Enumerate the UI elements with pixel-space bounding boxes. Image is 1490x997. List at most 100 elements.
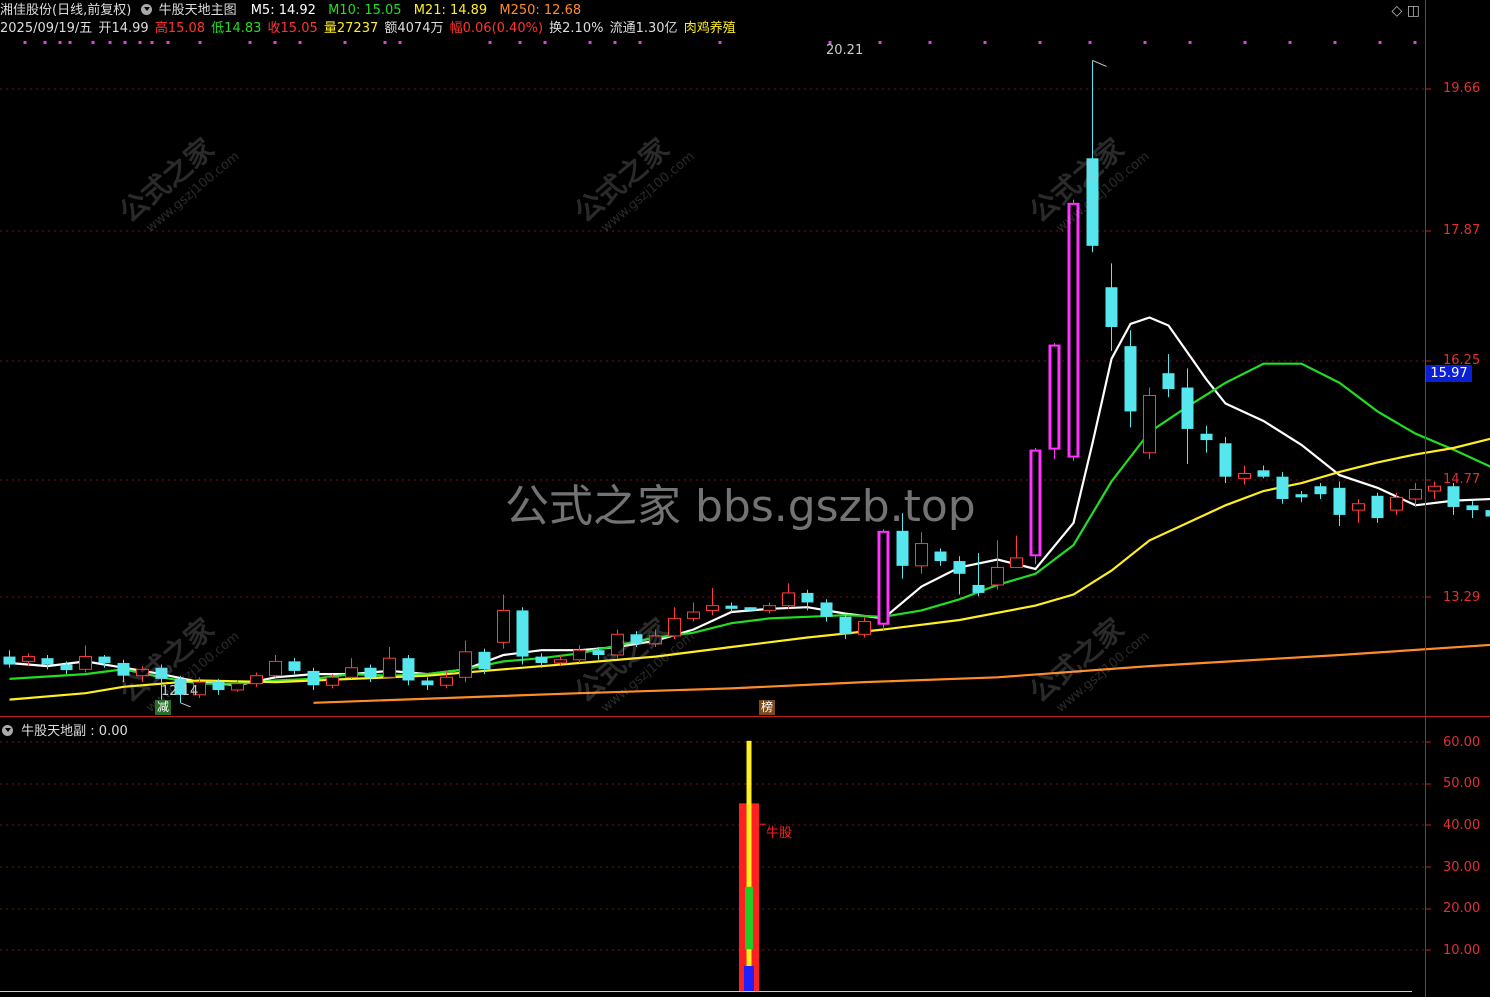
candle-body — [535, 656, 548, 663]
candle-body — [554, 659, 567, 664]
stock-name[interactable]: 湘佳股份(日线,前复权) — [0, 3, 131, 18]
candle-body — [858, 621, 871, 635]
candle-body — [573, 649, 586, 661]
candle-body — [402, 658, 415, 681]
marker-dot — [298, 41, 302, 44]
candle-body — [231, 683, 244, 691]
candle-body — [1219, 443, 1232, 477]
quote-date: 2025/09/19/五 — [0, 21, 93, 36]
sub-indicator-value: : 0.00 — [90, 724, 128, 739]
marker-dot — [383, 41, 387, 44]
sub-tick: 30.00 — [1443, 860, 1481, 875]
candle-body — [383, 657, 396, 678]
quote-volume: 量27237 — [323, 21, 379, 36]
high-price-label: 20.21 — [826, 43, 864, 58]
marker-dot — [108, 41, 112, 44]
marker-dot — [983, 41, 987, 44]
candle-body — [1352, 503, 1365, 511]
candle-body — [820, 602, 833, 617]
sub-tick: 60.00 — [1443, 735, 1481, 750]
marker-dot — [928, 41, 932, 44]
candle-body — [516, 610, 529, 657]
bull-stock-signal-label: 牛股 — [766, 826, 793, 841]
candle-body-inner — [1070, 204, 1077, 456]
candle-body — [1238, 473, 1251, 479]
candle-body — [1409, 488, 1422, 500]
quote-change: 幅0.06(0.40%) — [449, 21, 544, 36]
sub-indicator-name[interactable]: 牛股天地副 — [21, 724, 86, 739]
marker-dot — [613, 41, 617, 44]
marker-dot — [150, 41, 154, 44]
marker-dot — [1288, 41, 1292, 44]
candle-body — [41, 658, 54, 665]
indicator-dropdown-icon[interactable] — [141, 4, 153, 15]
marker-dot — [343, 41, 347, 44]
quote-close: 收15.05 — [267, 21, 318, 36]
candle-body — [345, 667, 358, 678]
candle-body — [440, 676, 453, 686]
quote-amount: 额4074万 — [384, 21, 444, 36]
marker-dot — [518, 41, 522, 44]
candle-body — [953, 561, 966, 574]
candle-body — [991, 566, 1004, 586]
quote-open: 开14.99 — [98, 21, 149, 36]
quote-turnover: 换2.10% — [549, 21, 604, 36]
candle-body — [3, 656, 16, 665]
quote-sector[interactable]: 肉鸡养殖 — [684, 21, 736, 36]
candle-body — [744, 607, 757, 611]
center-watermark: 公式之家 bbs.gszb.top — [505, 481, 976, 532]
candle-body — [706, 605, 719, 611]
quote-info: 2025/09/19/五 开14.99 高15.08 低14.83 收15.05… — [0, 21, 738, 37]
sub-tick: 10.00 — [1443, 943, 1481, 958]
marker-dot — [248, 41, 252, 44]
high-arrow — [1092, 59, 1107, 67]
marker-dot — [23, 41, 27, 44]
marker-dot — [198, 41, 202, 44]
current-price-tag: 15.97 — [1426, 365, 1472, 382]
quote-high: 高15.08 — [154, 21, 206, 36]
candle-body — [364, 667, 377, 678]
candle-body — [1333, 487, 1346, 515]
marker-dot — [138, 41, 142, 44]
candle-body — [1295, 494, 1308, 498]
window-control-icons[interactable]: ◇ ◫ — [1392, 3, 1420, 19]
price-tick: 13.29 — [1443, 590, 1481, 605]
marker-dot — [1413, 41, 1417, 44]
marker-dot — [1038, 41, 1042, 44]
sub-panel-header: 牛股天地副 : 0.00 — [0, 720, 128, 739]
indicator-name[interactable]: 牛股天地主图 — [159, 3, 237, 18]
marker-dot — [488, 41, 492, 44]
price-tick: 17.87 — [1443, 223, 1481, 238]
marker-dot — [878, 41, 882, 44]
candle-body — [307, 670, 320, 686]
candle-body — [421, 680, 434, 686]
candle-body — [1314, 486, 1327, 495]
candle-body — [98, 656, 111, 663]
price-tick: 14.77 — [1443, 472, 1481, 487]
marker-dot — [43, 41, 47, 44]
candle-body — [763, 605, 776, 611]
sub-bar-green — [745, 886, 753, 950]
candle-body — [1010, 557, 1023, 568]
sub-indicator-bars — [739, 740, 766, 991]
candle-body — [212, 682, 225, 691]
candle-body — [1485, 510, 1490, 517]
marker-dot — [398, 41, 402, 44]
candle-body — [1124, 346, 1137, 412]
list-badge[interactable]: 榜 — [759, 700, 775, 715]
marker-dot — [1333, 41, 1337, 44]
ma21-label: M21: 14.89 — [413, 3, 488, 18]
ma5-label: M5: 14.92 — [250, 3, 316, 18]
candle-body — [478, 651, 491, 670]
candle-body — [687, 611, 700, 619]
marker-dot — [1243, 41, 1247, 44]
sub-indicator-dropdown-icon[interactable] — [2, 725, 13, 736]
marker-dot — [588, 41, 592, 44]
sub-bar-yellow — [746, 740, 752, 991]
marker-dot — [1378, 41, 1382, 44]
low-price-label: 12.14 — [161, 684, 199, 699]
candle-body — [459, 651, 472, 678]
reduce-badge[interactable]: 减 — [155, 700, 171, 715]
price-tick: 19.66 — [1443, 81, 1481, 96]
candle-body — [60, 664, 73, 671]
